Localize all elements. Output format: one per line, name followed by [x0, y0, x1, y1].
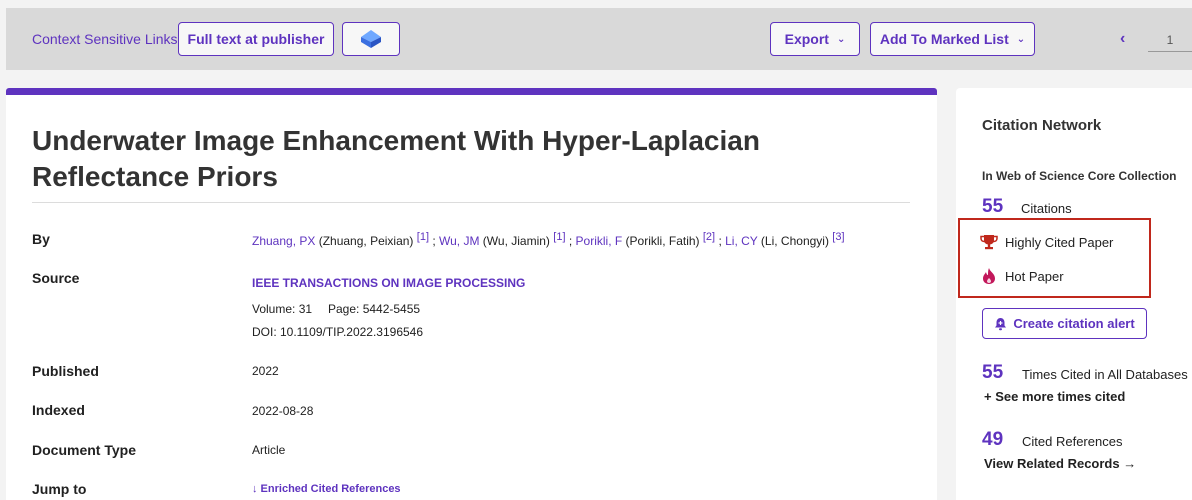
affiliation-ref[interactable]: [2] — [703, 231, 715, 243]
hot-paper-label: Hot Paper — [1005, 268, 1064, 284]
document-type-value: Article — [252, 443, 286, 457]
indexed-value: 2022-08-28 — [252, 404, 314, 418]
author-link[interactable]: Porikli, F — [576, 234, 623, 248]
citations-count[interactable]: 55 — [982, 196, 1003, 218]
document-type-label: Document Type — [32, 442, 136, 458]
paper-badges-highlight: Highly Cited Paper Hot Paper — [958, 218, 1151, 298]
context-sensitive-links[interactable]: Context Sensitive Links — [32, 31, 178, 47]
author-separator: ; — [565, 234, 576, 248]
authors-list: Zhuang, PX (Zhuang, Peixian) [1] ; Wu, J… — [252, 231, 845, 248]
jump-to-label: Jump to — [32, 481, 87, 497]
volume-value: Volume: 31 — [252, 302, 313, 316]
record-toolbar: Context Sensitive Links Full text at pub… — [6, 8, 1192, 70]
highly-cited-label: Highly Cited Paper — [1005, 234, 1114, 250]
record-card: Underwater Image Enhancement With Hyper-… — [6, 88, 937, 500]
author-fullname: (Li, Chongyi) — [757, 234, 833, 248]
citation-network-panel: Citation Network In Web of Science Core … — [956, 88, 1192, 500]
flame-icon — [983, 268, 995, 284]
enriched-cited-references-link[interactable]: ↓ Enriched Cited References — [252, 483, 401, 495]
publisher-logo-icon — [361, 30, 381, 48]
affiliation-ref[interactable]: [1] — [553, 231, 565, 243]
add-marked-label: Add To Marked List — [879, 31, 1009, 47]
author-link[interactable]: Wu, JM — [439, 234, 479, 248]
source-journal-link[interactable]: IEEE TRANSACTIONS ON IMAGE PROCESSING — [252, 276, 525, 290]
author-separator: ; — [429, 234, 440, 248]
hot-paper-badge: Hot Paper — [980, 267, 1064, 285]
view-related-records-link[interactable]: View Related Records → — [984, 456, 1136, 471]
export-button[interactable]: Export ⌄ — [770, 22, 860, 56]
citations-label: Citations — [1021, 201, 1072, 216]
all-databases-count[interactable]: 55 — [982, 362, 1003, 384]
full-text-button[interactable]: Full text at publisher — [178, 22, 334, 56]
affiliation-ref[interactable]: [3] — [832, 231, 844, 243]
indexed-label: Indexed — [32, 402, 85, 418]
trophy-icon — [980, 235, 998, 250]
previous-record-icon[interactable]: ‹ — [1120, 30, 1125, 48]
published-label: Published — [32, 363, 99, 379]
title-divider — [32, 202, 910, 203]
published-value: 2022 — [252, 364, 279, 378]
create-citation-alert-label: Create citation alert — [1013, 316, 1135, 331]
see-more-times-cited-link[interactable]: + See more times cited — [984, 389, 1125, 404]
author-separator: ; — [715, 234, 726, 248]
highly-cited-badge: Highly Cited Paper — [980, 234, 1113, 250]
record-number-input[interactable]: 1 — [1148, 30, 1192, 52]
page-value: Page: 5442-5455 — [328, 302, 421, 316]
by-label: By — [32, 231, 50, 247]
author-link[interactable]: Zhuang, PX — [252, 234, 315, 248]
export-label: Export — [784, 31, 829, 47]
cited-references-label: Cited References — [1022, 434, 1123, 449]
doi-value: DOI: 10.1109/TIP.2022.3196546 — [252, 325, 424, 339]
add-to-marked-list-button[interactable]: Add To Marked List ⌄ — [870, 22, 1035, 56]
author-fullname: (Porikli, Fatih) — [622, 234, 703, 248]
author-fullname: (Wu, Jiamin) — [479, 234, 554, 248]
core-collection-label: In Web of Science Core Collection — [982, 169, 1177, 183]
bell-icon — [995, 317, 1007, 330]
chevron-down-icon: ⌄ — [1016, 33, 1026, 45]
cited-references-count[interactable]: 49 — [982, 429, 1003, 451]
author-fullname: (Zhuang, Peixian) — [315, 234, 417, 248]
citation-network-heading: Citation Network — [982, 117, 1102, 134]
affiliation-ref[interactable]: [1] — [417, 231, 429, 243]
source-label: Source — [32, 270, 80, 286]
record-title: Underwater Image Enhancement With Hyper-… — [32, 125, 760, 192]
create-citation-alert-button[interactable]: Create citation alert — [982, 308, 1147, 339]
author-link[interactable]: Li, CY — [725, 234, 757, 248]
chevron-down-icon: ⌄ — [836, 33, 846, 45]
all-databases-label: Times Cited in All Databases — [1022, 367, 1188, 382]
publisher-logo-button[interactable] — [342, 22, 400, 56]
